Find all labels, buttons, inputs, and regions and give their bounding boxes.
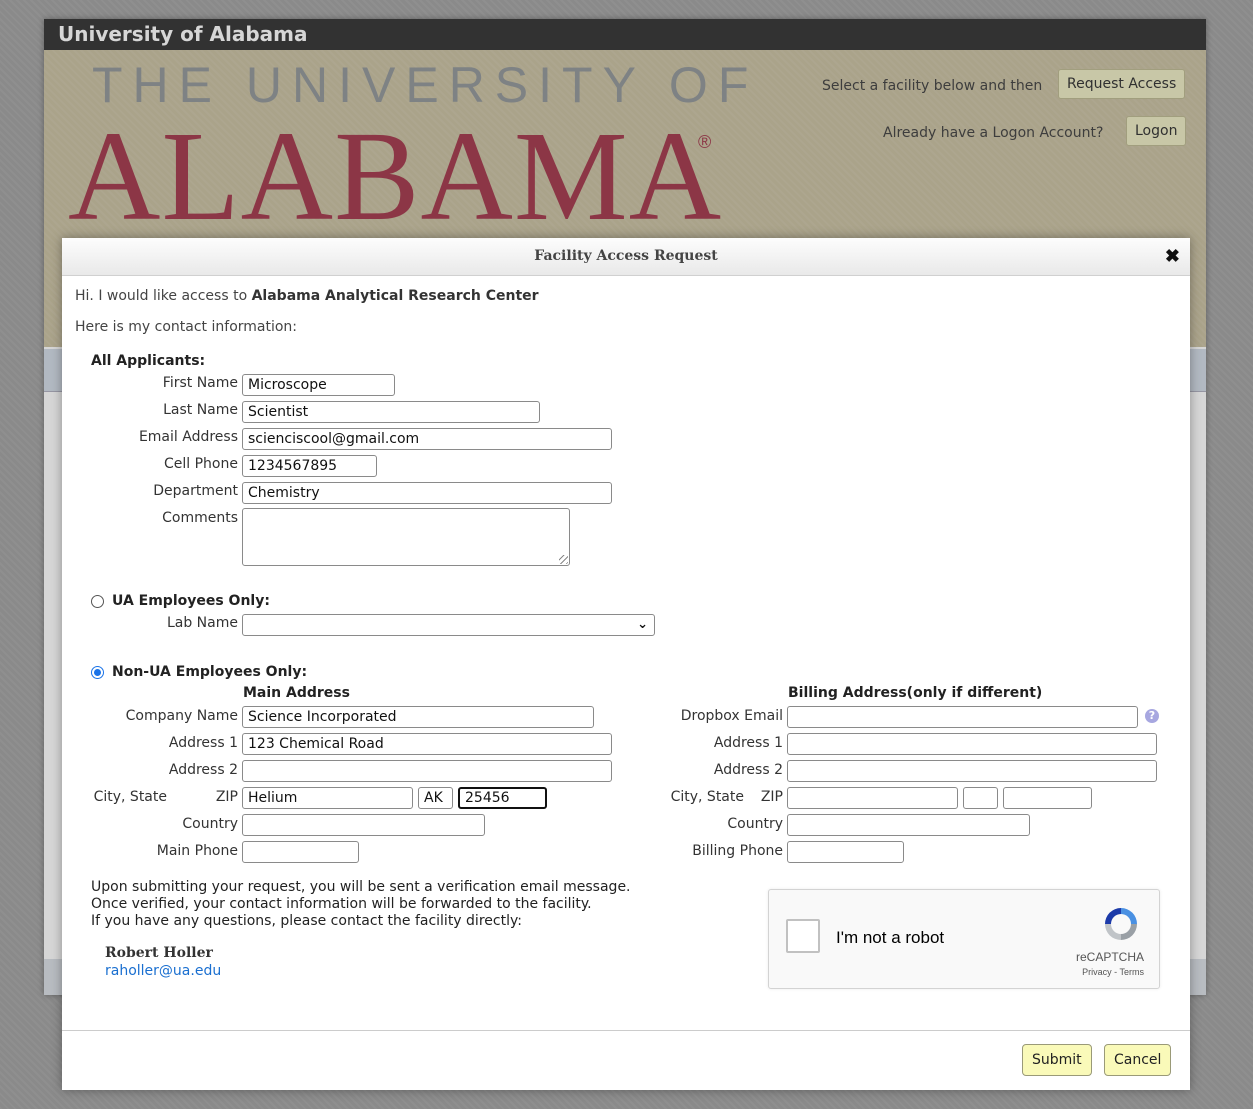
intro-prefix: Hi. I would like access to [75, 288, 252, 304]
department-input[interactable] [242, 482, 612, 504]
city-input[interactable] [242, 787, 413, 809]
submit-button[interactable]: Submit [1022, 1044, 1092, 1076]
first-name-label: First Name [162, 375, 238, 391]
first-name-input[interactable] [242, 374, 395, 396]
contact-name: Robert Holler [105, 945, 213, 961]
non-ua-employees-heading: Non-UA Employees Only: [112, 664, 308, 680]
email-input[interactable] [242, 428, 612, 450]
comments-label: Comments [162, 510, 238, 526]
dropbox-email-input[interactable] [787, 706, 1138, 728]
billing-zip-input[interactable] [1003, 787, 1092, 809]
comments-textarea[interactable] [242, 508, 570, 566]
help-icon[interactable]: ? [1145, 709, 1159, 723]
address2-label: Address 2 [168, 762, 238, 778]
chevron-down-icon: ⌄ [637, 617, 648, 632]
country-label: Country [182, 816, 238, 832]
billing-city-state-label: City, State [670, 789, 744, 805]
billing-address-heading: Billing Address(only if different) [788, 685, 1043, 701]
ua-employees-radio[interactable] [91, 595, 104, 608]
cell-phone-input[interactable] [242, 455, 377, 477]
close-icon[interactable]: ✖ [1165, 238, 1180, 275]
dialog-footer: Submit Cancel [62, 1030, 1190, 1091]
billing-phone-input[interactable] [787, 841, 904, 863]
billing-zip-label: ZIP [760, 789, 783, 805]
billing-country-label: Country [727, 816, 783, 832]
last-name-input[interactable] [242, 401, 540, 423]
dialog-titlebar: Facility Access Request ✖ [62, 238, 1190, 276]
address1-input[interactable] [242, 733, 612, 755]
dropbox-email-label: Dropbox Email [680, 708, 783, 724]
ua-employees-heading: UA Employees Only: [112, 593, 270, 609]
info-line-1: Upon submitting your request, you will b… [91, 879, 631, 895]
billing-address2-label: Address 2 [713, 762, 783, 778]
facility-access-dialog: Facility Access Request ✖ Hi. I would li… [62, 238, 1190, 1090]
facility-name: Alabama Analytical Research Center [251, 288, 539, 304]
intro-line: Hi. I would like access to Alabama Analy… [75, 288, 539, 304]
lab-name-label: Lab Name [166, 615, 238, 631]
email-label: Email Address [138, 429, 238, 445]
billing-address1-input[interactable] [787, 733, 1157, 755]
address2-input[interactable] [242, 760, 612, 782]
country-input[interactable] [242, 814, 485, 836]
comments-wrapper [242, 508, 570, 566]
resize-grip-icon[interactable] [559, 555, 568, 564]
verification-info: Upon submitting your request, you will b… [91, 879, 631, 930]
recaptcha-widget: I'm not a robot reCAPTCHA Privacy - Term… [768, 889, 1160, 989]
contact-intro: Here is my contact information: [75, 319, 298, 335]
info-line-2: Once verified, your contact information … [91, 896, 592, 912]
cell-phone-label: Cell Phone [164, 456, 238, 472]
department-label: Department [153, 483, 238, 499]
main-phone-label: Main Phone [156, 843, 238, 859]
recaptcha-logo-icon [1105, 908, 1137, 940]
company-name-input[interactable] [242, 706, 594, 728]
billing-state-input[interactable] [963, 787, 998, 809]
recaptcha-brand: reCAPTCHA [1075, 950, 1144, 964]
non-ua-employees-radio[interactable] [91, 666, 104, 679]
recaptcha-checkbox[interactable] [786, 919, 820, 953]
zip-label: ZIP [215, 789, 238, 805]
recaptcha-privacy-terms[interactable]: Privacy - Terms [1082, 967, 1144, 977]
recaptcha-label: I'm not a robot [836, 928, 945, 947]
company-name-label: Company Name [125, 708, 238, 724]
info-line-3: If you have any questions, please contac… [91, 913, 522, 929]
all-applicants-heading: All Applicants: [91, 353, 206, 369]
contact-email-link[interactable]: raholler@ua.edu [105, 963, 221, 979]
billing-city-input[interactable] [787, 787, 958, 809]
dialog-title: Facility Access Request [534, 248, 718, 264]
billing-country-input[interactable] [787, 814, 1030, 836]
billing-phone-label: Billing Phone [692, 843, 783, 859]
state-input[interactable] [418, 787, 453, 809]
city-state-label: City, State [93, 789, 167, 805]
last-name-label: Last Name [163, 402, 238, 418]
billing-address2-input[interactable] [787, 760, 1157, 782]
cancel-button[interactable]: Cancel [1104, 1044, 1172, 1076]
main-address-heading: Main Address [243, 685, 350, 701]
billing-address1-label: Address 1 [713, 735, 783, 751]
address1-label: Address 1 [168, 735, 238, 751]
lab-name-select[interactable]: ⌄ [242, 614, 655, 636]
zip-input[interactable] [458, 787, 547, 809]
main-phone-input[interactable] [242, 841, 359, 863]
